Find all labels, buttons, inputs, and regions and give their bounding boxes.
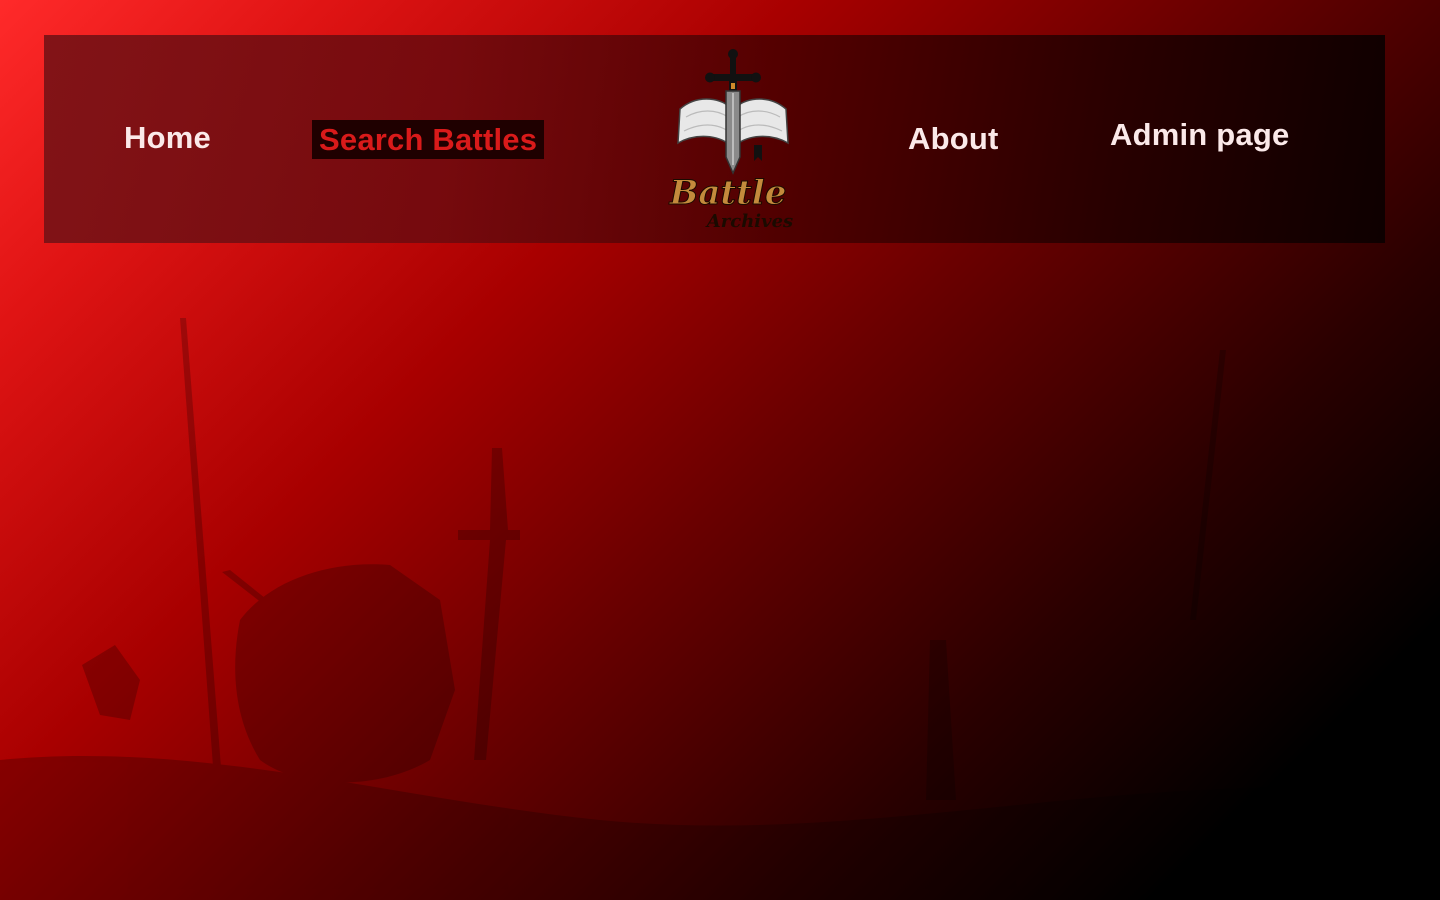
nav-link-home[interactable]: Home xyxy=(124,122,211,153)
battle-archives-logo[interactable]: Battle Archives xyxy=(656,47,802,233)
sword-book-icon: Battle Archives xyxy=(668,49,793,232)
top-navigation-bar: Home Search Battles Battle Archives Abou… xyxy=(44,35,1385,243)
nav-link-admin-page[interactable]: Admin page xyxy=(1110,119,1289,150)
logo-title-text: Battle xyxy=(669,173,787,213)
nav-link-about[interactable]: About xyxy=(908,123,999,154)
nav-link-search-battles[interactable]: Search Battles xyxy=(312,120,545,159)
logo-subtitle-text: Archives xyxy=(705,211,793,232)
